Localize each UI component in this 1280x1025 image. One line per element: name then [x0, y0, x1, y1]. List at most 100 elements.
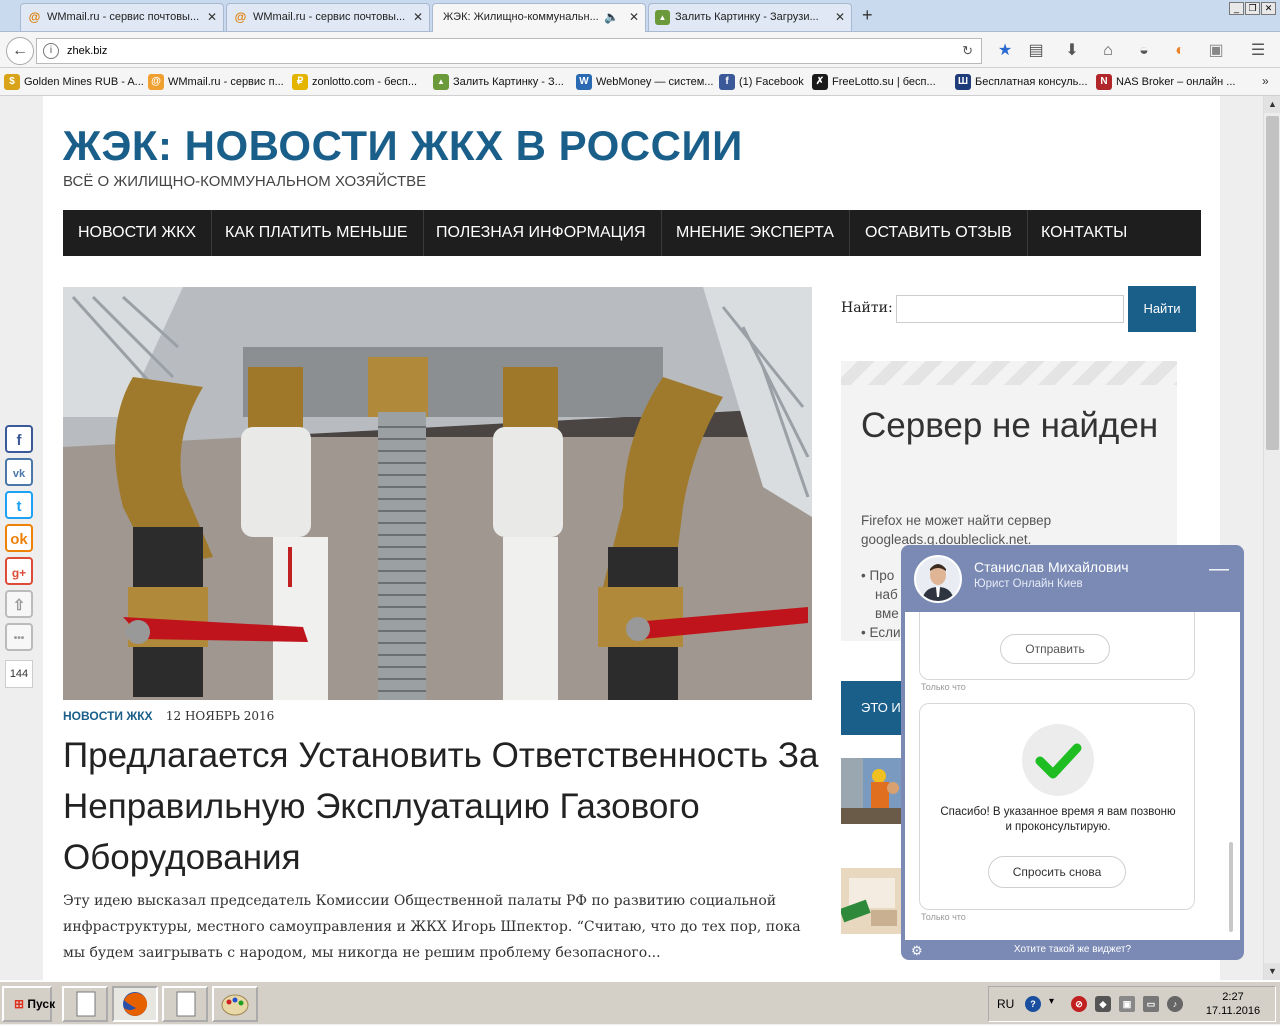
reload-icon[interactable]: ↻ — [962, 43, 973, 59]
error-text: Firefox не может найти сервер googleads.… — [861, 513, 1052, 547]
tab-wmmail-2[interactable]: @ WMmail.ru - сервис почтовы... ✕ — [226, 3, 430, 31]
scroll-top-button[interactable]: ⇧ — [5, 590, 33, 618]
info-icon[interactable]: i — [43, 43, 59, 59]
taskbar-document-2[interactable] — [162, 986, 208, 1022]
url-text: zhek.biz — [67, 45, 108, 57]
facebook-share-button[interactable]: f — [5, 425, 33, 453]
tab-title: WMmail.ru - сервис почтовы... — [253, 11, 406, 23]
pocket-icon[interactable]: ◒ — [1133, 40, 1155, 62]
bookmark-item[interactable]: ✗ FreeLotto.su | бесп... — [812, 74, 936, 90]
tab-zhek[interactable]: ЖЭК: Жилищно-коммунальн... 🔈 ✕ — [432, 3, 646, 33]
bookmark-item[interactable]: Ш Бесплатная консуль... — [955, 74, 1088, 90]
facebook-icon: f — [719, 74, 735, 90]
widget-promo-link[interactable]: Хотите такой же виджет? — [1014, 944, 1131, 955]
nav-item-news[interactable]: НОВОСТИ ЖКХ — [63, 210, 213, 256]
scroll-up-icon[interactable]: ▲ — [1264, 96, 1280, 113]
volume-icon[interactable]: ♪ — [1167, 996, 1183, 1012]
bookmark-item[interactable]: $ Golden Mines RUB - A... — [4, 74, 144, 90]
article-category[interactable]: НОВОСТИ ЖКХ — [63, 709, 153, 723]
close-icon[interactable]: ✕ — [413, 10, 423, 24]
scrollbar-thumb[interactable] — [1266, 116, 1279, 450]
clock-time: 2:27 — [1222, 991, 1244, 1003]
search-button[interactable]: Найти — [1128, 286, 1196, 332]
network-icon[interactable]: ▣ — [1119, 996, 1135, 1012]
taskbar-paint[interactable] — [212, 986, 258, 1022]
minimize-chat-button[interactable]: — — [1209, 558, 1229, 581]
clock-date: 17.11.2016 — [1205, 1005, 1261, 1017]
article-headline[interactable]: Предлагается Установить Ответственность … — [63, 730, 823, 883]
agent-name: Станислав Михайлович — [974, 559, 1129, 575]
twitter-share-button[interactable]: t — [5, 491, 33, 519]
bookmarks-overflow-icon[interactable]: » — [1262, 74, 1269, 88]
gear-icon[interactable]: ⚙ — [911, 941, 923, 961]
bookmark-item[interactable]: ₽ zonlotto.com - бесп... — [292, 74, 417, 90]
monitor-icon[interactable]: ▭ — [1143, 996, 1159, 1012]
chat-scrollbar[interactable] — [1229, 842, 1233, 932]
page-scrollbar[interactable]: ▲ ▼ — [1263, 96, 1280, 980]
nas-broker-icon: N — [1096, 74, 1112, 90]
nav-item-useful-info[interactable]: ПОЛЕЗНАЯ ИНФОРМАЦИЯ — [421, 210, 662, 256]
close-window-icon[interactable]: ✕ — [1261, 2, 1276, 15]
shield-icon[interactable]: ◆ — [1095, 996, 1111, 1012]
search-input[interactable] — [896, 295, 1124, 323]
ask-again-button[interactable]: Спросить снова — [988, 856, 1126, 888]
help-icon[interactable]: ? — [1025, 996, 1041, 1012]
checkmark-icon — [1035, 743, 1082, 779]
bookmark-label: (1) Facebook — [739, 76, 804, 88]
language-indicator[interactable]: RU — [997, 997, 1014, 1011]
tray-expand-icon[interactable]: ▾ — [1049, 996, 1054, 1007]
nav-item-contacts[interactable]: КОНТАКТЫ — [1026, 210, 1142, 256]
sidebar-thumb-documents[interactable] — [841, 868, 903, 934]
no-connection-icon[interactable]: ⊘ — [1071, 996, 1087, 1012]
site-title[interactable]: ЖЭК: НОВОСТИ ЖКХ В РОССИИ — [63, 122, 743, 170]
extension-icon[interactable]: ◐ — [1169, 40, 1191, 62]
nav-item-feedback[interactable]: ОСТАВИТЬ ОТЗЫВ — [850, 210, 1028, 256]
bookmark-star-icon[interactable]: ★ — [994, 40, 1016, 62]
vk-share-button[interactable]: vk — [5, 458, 33, 486]
minimize-window-icon[interactable]: _ — [1229, 2, 1244, 15]
bookmark-item[interactable]: ▲ Залить Картинку - З... — [433, 74, 564, 90]
clock[interactable]: 2:27 17.11.2016 — [1203, 990, 1263, 1018]
close-icon[interactable]: ✕ — [629, 10, 639, 24]
bookmark-item[interactable]: W WebMoney — систем... — [576, 74, 713, 90]
se-extension-icon[interactable]: ▣ — [1205, 40, 1227, 62]
sidebar-thumb-workers[interactable] — [841, 758, 903, 824]
bookmark-item[interactable]: @ WMmail.ru - сервис п... — [148, 74, 284, 90]
downloads-icon[interactable]: ⬇ — [1061, 40, 1083, 62]
back-button[interactable]: ← — [6, 37, 34, 65]
scroll-down-icon[interactable]: ▼ — [1264, 963, 1280, 980]
odnoklassniki-share-button[interactable]: ok — [5, 524, 33, 552]
nav-item-pay-less[interactable]: КАК ПЛАТИТЬ МЕНЬШЕ — [210, 210, 424, 256]
agent-role: Юрист Онлайн Киев — [974, 578, 1083, 590]
home-icon[interactable]: ⌂ — [1097, 40, 1119, 62]
taskbar-firefox[interactable] — [112, 986, 158, 1022]
googleplus-share-button[interactable]: g+ — [5, 557, 33, 585]
send-button[interactable]: Отправить — [1000, 634, 1110, 664]
article-image[interactable] — [63, 287, 812, 700]
navigation-toolbar: ← i zhek.biz ↻ ★ ▤ ⬇ ⌂ ◒ ◐ ▣ ☰ — [0, 32, 1280, 68]
bookmark-label: WMmail.ru - сервис п... — [168, 76, 284, 88]
site-subtitle: ВСЁ О ЖИЛИЩНО-КОММУНАЛЬНОМ ХОЗЯЙСТВЕ — [63, 173, 427, 190]
nav-item-expert-opinion[interactable]: МНЕНИЕ ЭКСПЕРТА — [661, 210, 850, 256]
address-bar[interactable]: i zhek.biz ↻ — [36, 38, 982, 64]
message-bubble: Спасибо! В указанное время я вам позвоню… — [919, 703, 1195, 910]
close-icon[interactable]: ✕ — [835, 10, 845, 24]
bookmark-item[interactable]: N NAS Broker – онлайн ... — [1096, 74, 1235, 90]
close-icon[interactable]: ✕ — [207, 10, 217, 24]
new-tab-button[interactable]: + — [862, 5, 873, 26]
restore-window-icon[interactable]: ❐ — [1245, 2, 1260, 15]
bookmark-item[interactable]: f (1) Facebook — [719, 74, 804, 90]
boiler-pipes-image — [63, 287, 812, 700]
windows-logo-icon: ⊞ — [14, 997, 25, 1011]
more-share-button[interactable]: ••• — [5, 623, 33, 651]
tab-zalit[interactable]: ▲ Залить Картинку - Загрузи... ✕ — [648, 3, 852, 31]
dollar-icon: $ — [4, 74, 20, 90]
thanks-message: Спасибо! В указанное время я вам позвоню… — [940, 806, 1176, 833]
taskbar-document-1[interactable] — [62, 986, 108, 1022]
tab-wmmail-1[interactable]: @ WMmail.ru - сервис почтовы... ✕ — [20, 3, 224, 31]
reading-list-icon[interactable]: ▤ — [1025, 40, 1047, 62]
menu-icon[interactable]: ☰ — [1247, 40, 1269, 62]
bookmarks-bar: $ Golden Mines RUB - A... @ WMmail.ru - … — [0, 68, 1280, 96]
speaker-icon[interactable]: 🔈 — [604, 10, 619, 24]
start-button[interactable]: ⊞ Пуск — [2, 986, 55, 1022]
